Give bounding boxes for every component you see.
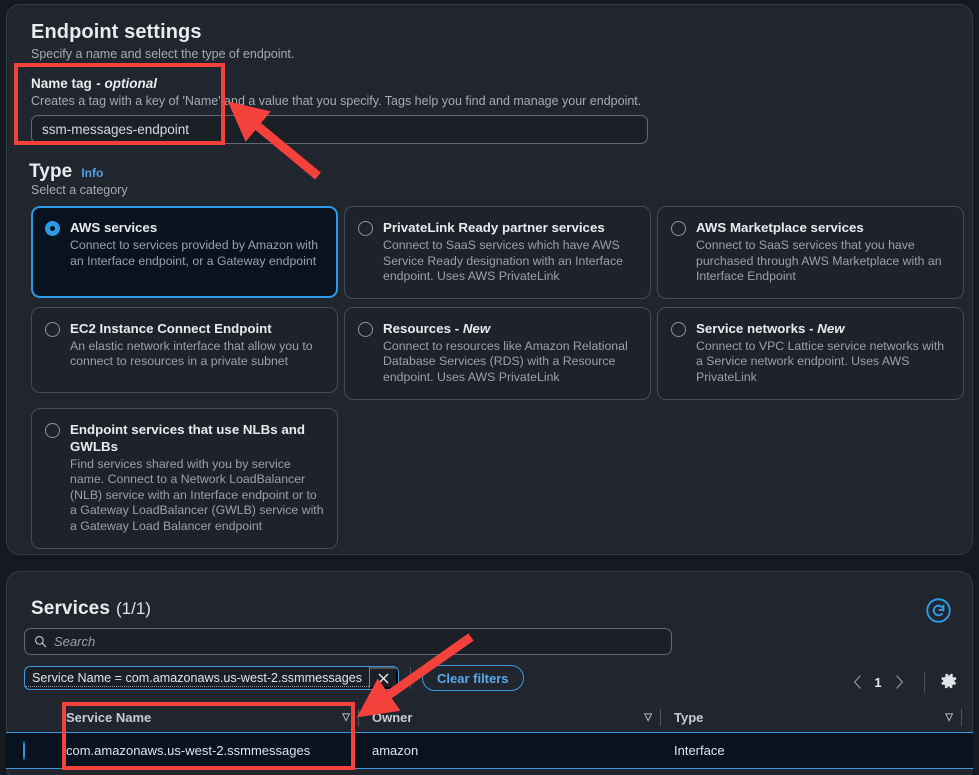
type-option-privatelink-ready-partner-services[interactable]: PrivateLink Ready partner services Conne… <box>344 206 651 299</box>
services-table: Service Name ▽ Owner ▽ Type ▽ com.amazon… <box>6 703 973 769</box>
type-option-title: Resources - New <box>383 320 491 336</box>
refresh-icon <box>926 598 951 623</box>
close-icon <box>378 673 388 683</box>
name-tag-label: Name tag <box>31 76 92 91</box>
type-option-description: Connect to services provided by Amazon w… <box>70 238 319 268</box>
table-cell-owner: amazon <box>372 743 419 758</box>
table-header-service-name[interactable]: Service Name ▽ <box>52 703 358 732</box>
pagination: 1 <box>844 670 961 694</box>
filter-token-label: Service Name = com.amazonaws.us-west-2.s… <box>25 669 369 687</box>
divider <box>924 671 925 693</box>
radio-icon[interactable] <box>358 221 373 236</box>
type-description: Select a category <box>31 183 128 197</box>
services-count: (1/1) <box>115 599 151 618</box>
name-tag-description: Creates a tag with a key of 'Name' and a… <box>31 94 642 108</box>
search-icon <box>34 635 47 648</box>
sort-caret-icon: ▽ <box>945 712 953 723</box>
table-cell-service-name: com.amazonaws.us-west-2.ssmmessages <box>66 743 311 758</box>
type-option-description: Find services shared with you by service… <box>70 456 324 533</box>
clear-filters-button[interactable]: Clear filters <box>422 665 524 691</box>
type-option-aws-marketplace-services[interactable]: AWS Marketplace services Connect to SaaS… <box>657 206 964 299</box>
radio-icon[interactable] <box>23 740 25 760</box>
refresh-button[interactable] <box>925 597 952 624</box>
table-header-owner[interactable]: Owner ▽ <box>370 703 660 732</box>
table-preferences-button[interactable] <box>937 670 961 694</box>
type-option-ec2-instance-connect-endpoint[interactable]: EC2 Instance Connect Endpoint An elastic… <box>31 306 338 393</box>
name-tag-input[interactable] <box>31 115 648 144</box>
type-option-title: AWS services <box>70 220 158 235</box>
chevron-right-icon <box>895 675 903 689</box>
type-option-title: Service networks - New <box>696 320 845 336</box>
type-info-link[interactable]: Info <box>81 166 103 180</box>
type-option-title: PrivateLink Ready partner services <box>383 220 605 235</box>
filter-row: Service Name = com.amazonaws.us-west-2.s… <box>24 665 524 691</box>
page-title: Endpoint settings <box>31 21 202 43</box>
table-header-row: Service Name ▽ Owner ▽ Type ▽ <box>6 703 973 732</box>
type-option-description: Connect to VPC Lattice service networks … <box>696 338 945 384</box>
type-option-resources[interactable]: Resources - New Connect to resources lik… <box>344 306 651 400</box>
column-divider <box>660 709 661 726</box>
radio-icon[interactable] <box>358 321 373 337</box>
pagination-next-button[interactable] <box>886 670 912 694</box>
pagination-current-page[interactable]: 1 <box>870 675 886 690</box>
gear-icon <box>941 673 957 688</box>
type-option-description: An elastic network interface that allow … <box>70 338 313 369</box>
table-header-label: Type <box>674 710 704 725</box>
type-option-description: Connect to resources like Amazon Relatio… <box>383 338 628 384</box>
type-option-title: Endpoint services that use NLBs and GWLB… <box>70 421 305 454</box>
divider <box>410 667 411 689</box>
radio-icon[interactable] <box>45 221 60 236</box>
table-header-type[interactable]: Type ▽ <box>672 703 961 732</box>
filter-token-remove-button[interactable] <box>369 667 398 689</box>
services-title-row: Services (1/1) <box>31 598 151 620</box>
type-option-description: Connect to SaaS services that you have p… <box>696 238 942 284</box>
search-field[interactable] <box>24 628 672 655</box>
pagination-prev-button[interactable] <box>844 670 870 694</box>
radio-icon[interactable] <box>45 422 60 438</box>
chevron-left-icon <box>853 675 861 689</box>
type-options-grid: AWS services Connect to services provide… <box>31 206 965 549</box>
type-heading-row: Type Info <box>29 161 103 183</box>
sort-caret-icon: ▽ <box>342 712 350 723</box>
filter-token[interactable]: Service Name = com.amazonaws.us-west-2.s… <box>24 666 399 690</box>
table-row[interactable]: com.amazonaws.us-west-2.ssmmessages amaz… <box>6 732 973 769</box>
endpoint-settings-panel: Endpoint settings Specify a name and sel… <box>6 4 973 555</box>
name-tag-label-row: Name tag - optional <box>31 75 157 93</box>
endpoint-settings-description: Specify a name and select the type of en… <box>31 47 295 61</box>
radio-icon[interactable] <box>45 321 60 337</box>
name-tag-optional-label: - optional <box>96 76 157 91</box>
type-option-description: Connect to SaaS services which have AWS … <box>383 238 623 284</box>
column-divider <box>358 709 359 726</box>
type-option-endpoint-services-nlb-gwlb[interactable]: Endpoint services that use NLBs and GWLB… <box>31 407 338 549</box>
table-header-label: Service Name <box>66 710 152 725</box>
type-option-title: EC2 Instance Connect Endpoint <box>70 320 272 336</box>
radio-icon[interactable] <box>671 221 686 236</box>
sort-caret-icon: ▽ <box>644 712 652 723</box>
table-row-select-cell[interactable] <box>6 740 52 760</box>
search-input[interactable] <box>54 634 662 649</box>
table-header-label: Owner <box>372 710 413 725</box>
type-option-aws-services[interactable]: AWS services Connect to services provide… <box>31 206 338 298</box>
column-divider <box>961 709 962 726</box>
table-cell-type: Interface <box>674 743 725 758</box>
type-option-title: AWS Marketplace services <box>696 220 864 235</box>
services-title: Services <box>31 598 110 619</box>
type-option-service-networks[interactable]: Service networks - New Connect to VPC La… <box>657 306 964 400</box>
page-root: Endpoint settings Specify a name and sel… <box>0 0 979 775</box>
type-heading: Type <box>29 161 73 182</box>
radio-icon[interactable] <box>671 321 686 337</box>
